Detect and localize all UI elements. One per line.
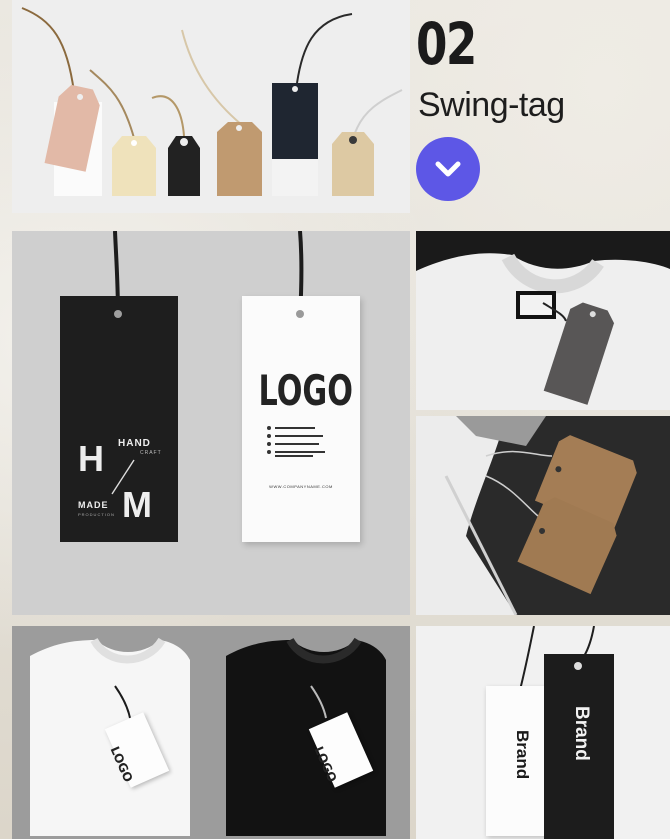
craft-text: CRAFT bbox=[140, 450, 162, 456]
h-letter: H bbox=[78, 438, 104, 479]
made-text: MADE bbox=[78, 500, 109, 510]
folded-tshirts-photo: LOGO LOGO bbox=[12, 626, 410, 839]
section-title: Swing-tag bbox=[418, 86, 565, 124]
assorted-tags-photo bbox=[12, 0, 410, 213]
brand-black-text: Brand bbox=[571, 706, 592, 761]
expand-button[interactable] bbox=[416, 137, 480, 201]
kraft-tags-illustration bbox=[416, 416, 637, 615]
logo-tag: LOGO WWW.COMPANYNAME.COM bbox=[242, 296, 360, 542]
tshirt-collar-illustration bbox=[416, 253, 670, 410]
kraft-tags-photo bbox=[416, 416, 670, 615]
tshirt-collar-photo bbox=[416, 231, 670, 410]
website-text: WWW.COMPANYNAME.COM bbox=[269, 484, 333, 489]
production-text: PRODUCTION bbox=[78, 512, 115, 517]
hangtag-mockup-photo: HAND CRAFT H MADE PRODUCTION M LOGO WWW.… bbox=[12, 231, 410, 615]
m-letter: M bbox=[122, 484, 152, 525]
brand-tags-photo: Brand Brand bbox=[416, 626, 670, 839]
brand-white-text: Brand bbox=[513, 730, 532, 780]
brand-tag-black: Brand bbox=[544, 654, 614, 839]
handmade-tag: HAND CRAFT H MADE PRODUCTION M bbox=[60, 296, 178, 542]
contact-lines bbox=[267, 426, 325, 457]
chevron-down-icon bbox=[435, 161, 461, 177]
hand-text: HAND bbox=[118, 438, 151, 449]
assorted-tags-illustration bbox=[21, 7, 403, 196]
section-number: 02 bbox=[416, 10, 477, 78]
logo-text: LOGO bbox=[258, 366, 353, 415]
